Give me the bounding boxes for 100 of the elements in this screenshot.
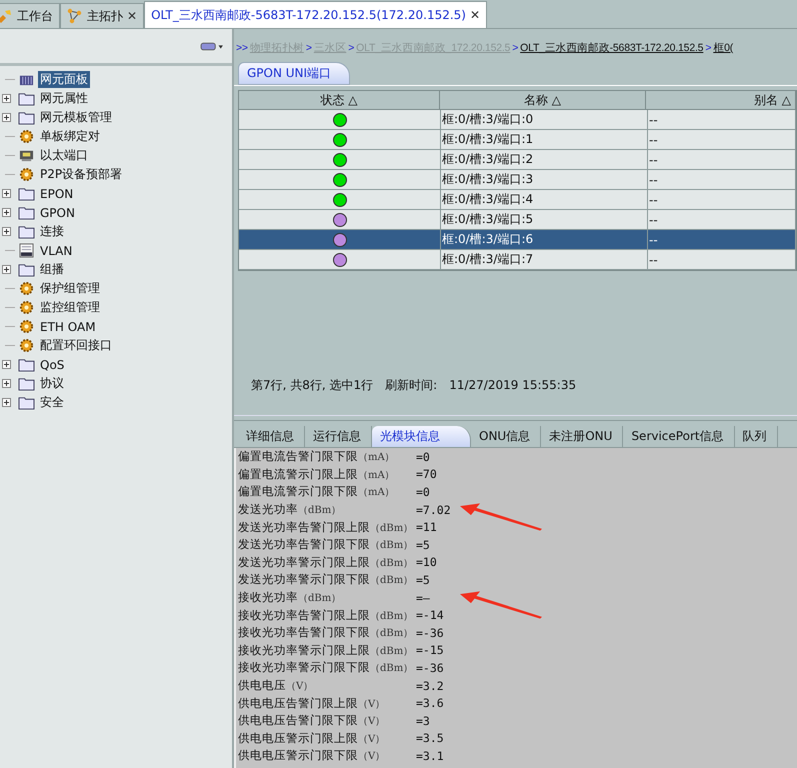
tree-item[interactable]: QoS [38,358,66,372]
expand-icon[interactable] [2,208,11,217]
property-label: 供电电压警示门限上限（V） [238,730,386,746]
table-cell: 框:0/槽:3/端口:7 [441,250,648,270]
breadcrumb-link[interactable]: 框0( [713,41,734,55]
property-label: 偏置电流告警门限下限（mA） [238,449,396,464]
folder-icon [18,376,35,391]
tree-item[interactable]: EPON [38,186,76,200]
folder-icon [18,186,35,201]
tree-item[interactable]: 单板绑定对 [38,128,102,145]
gear-icon [18,338,35,353]
row-summary: 第7行, 共8行, 选中1行 [251,376,374,394]
folder-icon [18,395,35,410]
tree-item[interactable]: 网元面板 [38,71,90,88]
property-value: =3.1 [416,748,444,763]
tree-item[interactable]: ETH OAM [38,320,98,334]
property-value: =5 [416,572,430,587]
property-value: =0 [416,484,430,499]
table-row[interactable]: 框:0/槽:3/端口:0 -- [239,110,796,130]
tree-item[interactable]: 协议 [38,375,66,392]
tree-item[interactable]: 配置环回接口 [38,337,114,354]
vlan-icon [18,243,35,258]
document-tab[interactable]: 工作台 [0,3,60,28]
property-label: 接收光功率（dBm） [238,590,342,606]
tree-item[interactable]: VLAN [38,244,74,258]
detail-tab[interactable]: 队列 [734,426,778,447]
panel-tab[interactable]: GPON UNI端口 [238,62,350,85]
tree-item[interactable]: 安全 [38,394,66,411]
property-label: 供电电压警示门限下限（V） [238,748,386,764]
tree-item[interactable]: 以太端口 [38,147,90,164]
breadcrumb-separator: >> [236,42,248,54]
document-tab[interactable]: OLT_三水西南邮政-5683T-172.20.152.5(172.20.152.5) ✕ [144,1,488,28]
table-row[interactable]: 框:0/槽:3/端口:2 -- [239,150,796,170]
property-label: 接收光功率警示门限下限（dBm） [238,660,414,676]
tree-item[interactable]: 连接 [38,223,66,240]
tree-item[interactable]: 组播 [38,261,66,278]
expand-icon[interactable] [2,379,11,388]
close-icon[interactable]: ✕ [470,8,480,22]
property-value: =-14 [416,608,444,622]
folder-icon [18,91,35,106]
column-header[interactable]: 别名 △ [646,91,796,110]
table-row[interactable]: 框:0/槽:3/端口:6 -- [239,230,796,250]
property-label: 接收光功率警示门限上限（dBm） [238,642,414,658]
property-label: 发送光功率（dBm） [238,502,342,518]
expand-icon[interactable] [2,189,11,198]
table-cell: -- [648,170,796,190]
property-value: =11 [416,520,437,534]
property-label: 供电电压告警门限下限（V） [238,713,386,728]
table-row[interactable]: 框:0/槽:3/端口:1 -- [239,130,796,150]
table-row[interactable]: 框:0/槽:3/端口:3 -- [239,170,796,190]
property-label: 供电电压告警门限上限（V） [238,696,386,711]
property-label: 发送光功率告警门限下限（dBm） [238,537,414,552]
tree-item[interactable]: 网元模板管理 [38,109,114,126]
document-tab[interactable]: 主拓扑 ✕ [60,3,144,28]
tree-item[interactable]: GPON [38,206,77,220]
property-value: =7.02 [416,502,451,517]
property-value: =-36 [416,660,444,675]
property-label: 接收光功率告警门限下限（dBm） [238,625,414,640]
breadcrumb-separator: > [705,42,712,54]
property-value: =-36 [416,626,444,640]
property-label: 供电电压（V） [238,678,314,694]
close-icon[interactable]: ✕ [127,9,138,23]
tree-item[interactable]: 网元属性 [38,90,90,107]
gear-icon [18,300,35,315]
tree-item[interactable]: 保护组管理 [38,280,102,297]
gear-icon [18,319,35,334]
breadcrumb-separator: > [348,42,354,54]
property-label: 发送光功率警示门限下限（dBm） [238,572,414,588]
property-value: =3.2 [416,678,444,693]
property-value: =3 [416,714,430,728]
table-cell: -- [648,130,796,150]
detail-tab[interactable]: ONU信息 [471,426,542,447]
property-value: =-15 [416,643,444,658]
tree-item[interactable]: P2P设备预部署 [38,166,124,183]
breadcrumb-separator: > [306,42,312,54]
table-cell: 框:0/槽:3/端口:2 [441,150,648,170]
detail-tab[interactable]: 光模块信息 [372,426,471,447]
detail-tab[interactable]: 未注册ONU [541,426,624,447]
expand-icon[interactable] [2,398,11,407]
expand-icon[interactable] [2,113,11,122]
tree-item[interactable]: 监控组管理 [38,299,102,316]
column-header[interactable]: 名称 △ [440,91,646,110]
property-value: =3.5 [416,731,444,746]
gear-icon [18,129,35,144]
property-label: 发送光功率告警门限上限（dBm） [238,520,414,535]
table-cell: -- [648,190,796,210]
expand-icon[interactable] [2,360,11,369]
property-value: =70 [416,467,437,482]
property-value: =3.6 [416,696,444,710]
detail-tab[interactable]: 详细信息 [238,426,305,447]
table-row[interactable]: 框:0/槽:3/端口:4 -- [239,190,796,210]
table-row[interactable]: 框:0/槽:3/端口:7 -- [239,250,796,270]
expand-icon[interactable] [2,227,11,236]
table-cell: -- [648,250,796,270]
breadcrumb-link[interactable]: OLT_三水西南邮政-5683T-172.20.152.5 [520,41,704,55]
dropdown-icon[interactable] [200,40,224,52]
expand-icon[interactable] [2,94,11,103]
column-header[interactable]: 状态 △ [239,91,440,110]
expand-icon[interactable] [2,265,11,274]
detail-tab[interactable]: ServicePort信息 [623,426,735,447]
